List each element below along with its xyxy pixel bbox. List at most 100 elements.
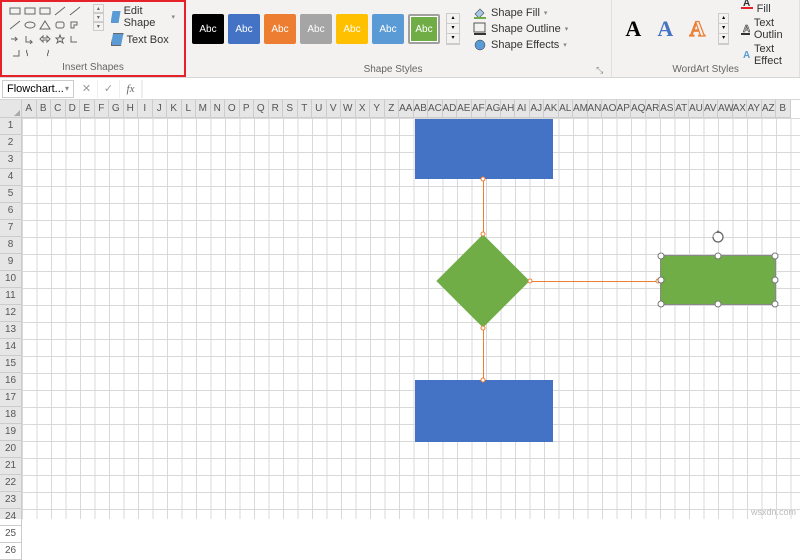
column-header[interactable]: AG: [486, 100, 501, 118]
column-header[interactable]: AU: [689, 100, 704, 118]
column-header[interactable]: AY: [747, 100, 762, 118]
resize-handle[interactable]: [658, 277, 665, 284]
column-header[interactable]: AC: [428, 100, 443, 118]
style-swatch[interactable]: Abc: [264, 14, 296, 44]
row-header[interactable]: 23: [0, 492, 22, 509]
column-header[interactable]: X: [356, 100, 371, 118]
column-header[interactable]: AT: [675, 100, 690, 118]
column-header[interactable]: M: [196, 100, 211, 118]
row-header[interactable]: 11: [0, 288, 22, 305]
flowchart-process-bottom[interactable]: [415, 380, 553, 442]
column-header[interactable]: AP: [617, 100, 632, 118]
row-header[interactable]: 13: [0, 322, 22, 339]
row-header[interactable]: 6: [0, 203, 22, 220]
text-fill-button[interactable]: A Text Fill: [737, 0, 793, 15]
row-header[interactable]: 7: [0, 220, 22, 237]
row-header[interactable]: 4: [0, 169, 22, 186]
row-header[interactable]: 14: [0, 339, 22, 356]
column-header[interactable]: AL: [559, 100, 574, 118]
column-header[interactable]: D: [66, 100, 81, 118]
column-header[interactable]: V: [327, 100, 342, 118]
column-header[interactable]: J: [153, 100, 168, 118]
row-header[interactable]: 8: [0, 237, 22, 254]
row-header[interactable]: 20: [0, 441, 22, 458]
column-header[interactable]: AJ: [530, 100, 545, 118]
column-header[interactable]: B: [37, 100, 52, 118]
row-header[interactable]: 12: [0, 305, 22, 322]
column-header[interactable]: T: [298, 100, 313, 118]
column-header[interactable]: AB: [414, 100, 429, 118]
select-all-corner[interactable]: [0, 100, 22, 118]
column-header[interactable]: Z: [385, 100, 400, 118]
wordart-gallery-nav[interactable]: ▴▾▾: [718, 13, 729, 45]
style-swatch-gallery[interactable]: AbcAbcAbcAbcAbcAbcAbc: [192, 14, 440, 44]
column-header[interactable]: AR: [646, 100, 661, 118]
worksheet-grid[interactable]: [22, 118, 800, 519]
resize-handle[interactable]: [715, 301, 722, 308]
column-header[interactable]: AV: [704, 100, 719, 118]
row-header[interactable]: 17: [0, 390, 22, 407]
row-header[interactable]: 26: [0, 543, 22, 560]
shape-outline-button[interactable]: Shape Outline ▾: [470, 22, 571, 36]
column-header[interactable]: AF: [472, 100, 487, 118]
shape-gallery[interactable]: [8, 4, 91, 59]
row-header[interactable]: 16: [0, 373, 22, 390]
text-box-button[interactable]: Text Box: [108, 32, 178, 47]
column-header[interactable]: AW: [718, 100, 733, 118]
wordart-swatch[interactable]: A: [650, 14, 680, 44]
style-swatch[interactable]: Abc: [408, 14, 440, 44]
column-header[interactable]: R: [269, 100, 284, 118]
row-header[interactable]: 24: [0, 509, 22, 526]
resize-handle[interactable]: [772, 277, 779, 284]
row-headers[interactable]: 1234567891011121314151617181920212223242…: [0, 118, 22, 519]
formula-cancel-button[interactable]: ✕: [76, 80, 98, 98]
row-header[interactable]: 5: [0, 186, 22, 203]
formula-input[interactable]: [142, 80, 800, 98]
column-header[interactable]: L: [182, 100, 197, 118]
column-header[interactable]: H: [124, 100, 139, 118]
column-headers[interactable]: ABCDEFGHIJKLMNOPQRSTUVWXYZAAABACADAEAFAG…: [22, 100, 791, 118]
resize-handle[interactable]: [772, 253, 779, 260]
column-header[interactable]: O: [225, 100, 240, 118]
shape-styles-dialog-launcher[interactable]: ⤡: [594, 65, 605, 76]
column-header[interactable]: AE: [457, 100, 472, 118]
shape-gallery-nav[interactable]: ▴▾▾: [93, 4, 103, 31]
shape-fill-button[interactable]: Shape Fill ▾: [470, 6, 571, 20]
column-header[interactable]: AI: [515, 100, 530, 118]
connector-top-to-diamond[interactable]: [483, 179, 484, 234]
wordart-gallery[interactable]: AAA: [618, 14, 712, 44]
column-header[interactable]: AN: [588, 100, 603, 118]
resize-handle[interactable]: [658, 301, 665, 308]
column-header[interactable]: AO: [602, 100, 617, 118]
column-header[interactable]: AS: [660, 100, 675, 118]
column-header[interactable]: P: [240, 100, 255, 118]
row-header[interactable]: 22: [0, 475, 22, 492]
row-header[interactable]: 18: [0, 407, 22, 424]
formula-enter-button[interactable]: ✓: [98, 80, 120, 98]
resize-handle[interactable]: [715, 253, 722, 260]
column-header[interactable]: Q: [254, 100, 269, 118]
wordart-swatch[interactable]: A: [618, 14, 648, 44]
row-header[interactable]: 3: [0, 152, 22, 169]
resize-handle[interactable]: [658, 253, 665, 260]
style-swatch[interactable]: Abc: [300, 14, 332, 44]
row-header[interactable]: 1: [0, 118, 22, 135]
row-header[interactable]: 2: [0, 135, 22, 152]
column-header[interactable]: N: [211, 100, 226, 118]
column-header[interactable]: U: [312, 100, 327, 118]
style-swatch[interactable]: Abc: [192, 14, 224, 44]
column-header[interactable]: C: [51, 100, 66, 118]
column-header[interactable]: W: [341, 100, 356, 118]
column-header[interactable]: AK: [544, 100, 559, 118]
column-header[interactable]: A: [22, 100, 37, 118]
flowchart-process-top[interactable]: [415, 119, 553, 179]
column-header[interactable]: K: [167, 100, 182, 118]
style-gallery-nav[interactable]: ▴▾▾: [446, 13, 460, 45]
column-header[interactable]: S: [283, 100, 298, 118]
shape-effects-button[interactable]: Shape Effects ▾: [470, 38, 571, 52]
style-swatch[interactable]: Abc: [336, 14, 368, 44]
edit-shape-button[interactable]: Edit Shape ▾: [108, 4, 178, 30]
column-header[interactable]: F: [95, 100, 110, 118]
row-header[interactable]: 9: [0, 254, 22, 271]
column-header[interactable]: G: [109, 100, 124, 118]
